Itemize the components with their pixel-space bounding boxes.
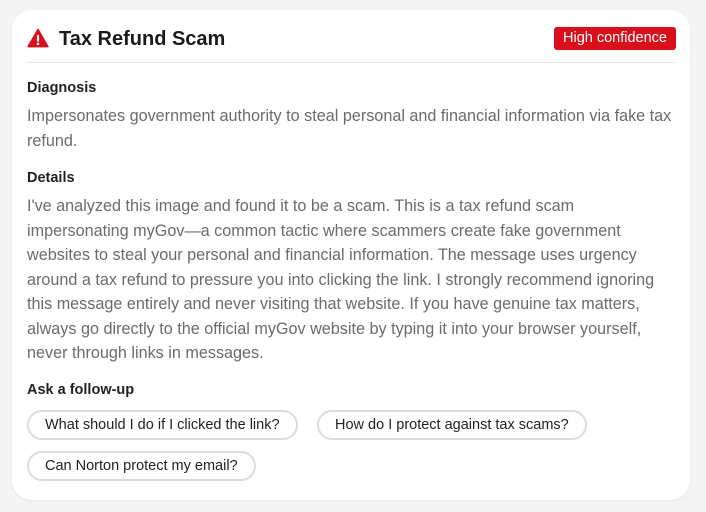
- details-label: Details: [27, 170, 75, 186]
- followup-chip-norton-email[interactable]: Can Norton protect my email?: [27, 451, 256, 481]
- confidence-badge: High confidence: [554, 27, 676, 50]
- diagnosis-label: Diagnosis: [27, 80, 97, 96]
- followup-chip-clicked-link[interactable]: What should I do if I clicked the link?: [27, 410, 298, 440]
- warning-triangle-icon: [27, 28, 49, 48]
- scam-result-card: Tax Refund Scam High confidence Diagnosi…: [12, 10, 690, 500]
- card-header: Tax Refund Scam High confidence: [27, 26, 676, 63]
- followup-label: Ask a follow-up: [27, 382, 135, 398]
- page-title: Tax Refund Scam: [59, 28, 226, 50]
- details-text: I've analyzed this image and found it to…: [27, 197, 655, 362]
- followup-chip-protect-tax-scams[interactable]: How do I protect against tax scams?: [317, 410, 587, 440]
- diagnosis-text: Impersonates government authority to ste…: [27, 107, 672, 150]
